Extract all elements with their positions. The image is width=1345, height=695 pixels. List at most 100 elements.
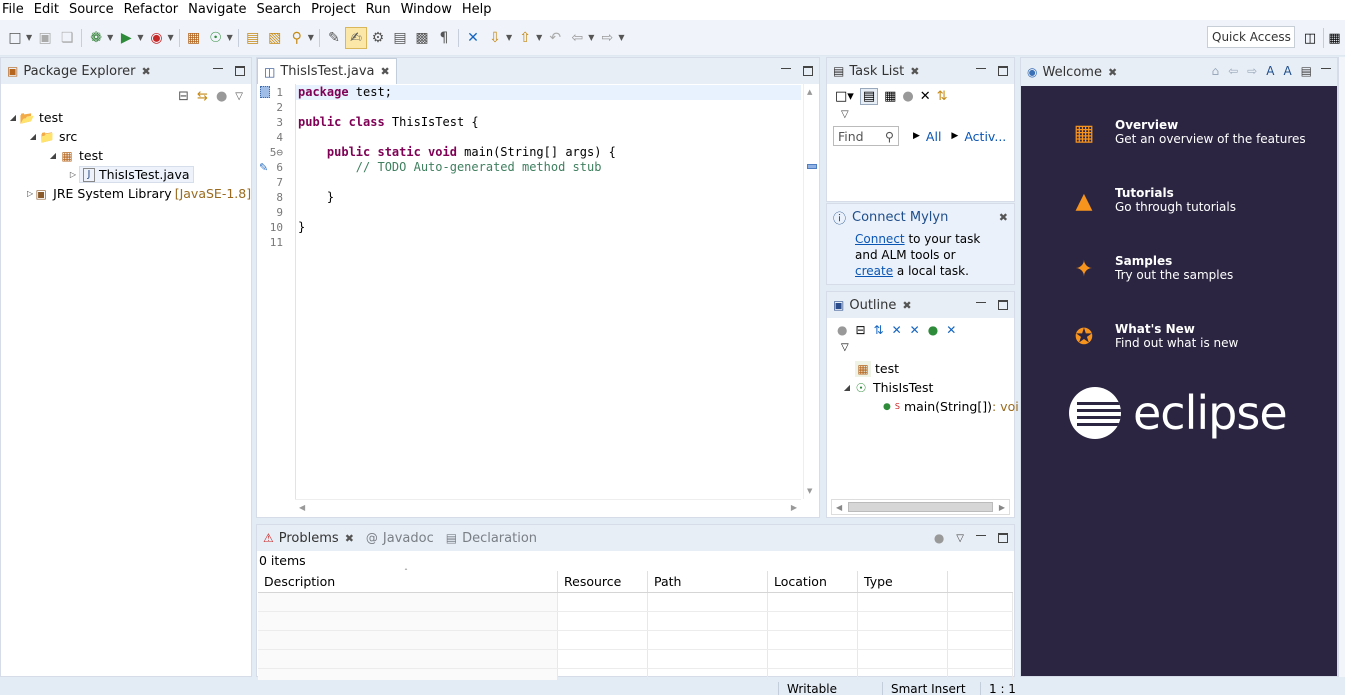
filter-all-link[interactable]: All xyxy=(926,129,942,144)
close-icon[interactable]: ✖ xyxy=(142,65,151,78)
java-perspective-icon[interactable]: ▦ xyxy=(1323,28,1345,48)
forward-dropdown[interactable]: ▼ xyxy=(618,33,624,42)
view-menu-icon[interactable]: ▽ xyxy=(827,109,1014,120)
tab-thisistest-java[interactable]: ◫ ThisIsTest.java ✖ xyxy=(257,58,397,84)
view-menu-icon[interactable]: ▽ xyxy=(235,91,243,102)
outline-item-method[interactable]: ● Smain(String[]) : voi xyxy=(827,397,1019,416)
link-with-editor-icon[interactable]: ⇆ xyxy=(197,89,208,104)
last-edit-location-icon[interactable]: ↶ xyxy=(544,27,566,49)
scroll-right-icon[interactable]: ▶ xyxy=(999,503,1005,512)
next-annotation-dropdown[interactable]: ▼ xyxy=(506,33,512,42)
expanded-arrow-icon[interactable]: ◢ xyxy=(47,151,59,160)
hide-non-public-icon[interactable]: ● xyxy=(928,323,938,337)
menu-help[interactable]: Help xyxy=(457,0,497,20)
maximize-icon[interactable] xyxy=(803,66,813,76)
toggle-mark-occurrences-icon[interactable]: ✎ xyxy=(323,27,345,49)
horizontal-scrollbar[interactable]: ◀ ▶ xyxy=(295,499,801,517)
hide-fields-icon[interactable]: ✕ xyxy=(892,323,902,337)
menu-edit[interactable]: Edit xyxy=(29,0,64,20)
tab-problems[interactable]: ⚠ Problems ✖ xyxy=(257,525,360,551)
tree-item-thisistest-java[interactable]: ▷ J ThisIsTest.java xyxy=(1,165,251,184)
new-icon[interactable]: □ xyxy=(4,27,26,49)
show-whitespace-icon[interactable]: ▩ xyxy=(411,27,433,49)
minimize-icon[interactable] xyxy=(976,301,986,303)
quick-access-input[interactable]: Quick Access xyxy=(1207,26,1295,48)
save-all-icon[interactable]: ❏ xyxy=(56,27,78,49)
new-class-dropdown[interactable]: ▼ xyxy=(227,33,233,42)
filter-active-link[interactable]: Activ... xyxy=(964,129,1006,144)
toggle-breadcrumb-icon[interactable]: ✍ xyxy=(344,26,367,49)
close-icon[interactable]: ✖ xyxy=(999,211,1008,224)
menu-refactor[interactable]: Refactor xyxy=(119,0,184,20)
external-tools-dropdown[interactable]: ▼ xyxy=(167,33,173,42)
tab-outline[interactable]: ▣ Outline ✖ xyxy=(827,292,918,318)
run-icon[interactable]: ▶ xyxy=(115,27,137,49)
scroll-down-icon[interactable]: ▼ xyxy=(807,487,812,495)
menu-project[interactable]: Project xyxy=(306,0,360,20)
skip-breakpoints-icon[interactable]: ✕ xyxy=(462,27,484,49)
column-path[interactable]: Path xyxy=(648,571,768,592)
welcome-tutorials-link[interactable]: ▲ Tutorials Go through tutorials xyxy=(1069,186,1236,216)
overview-ruler-marker[interactable] xyxy=(807,164,817,169)
maximize-icon[interactable] xyxy=(998,533,1008,543)
menu-window[interactable]: Window xyxy=(396,0,457,20)
view-menu-icon[interactable]: ▽ xyxy=(956,533,964,544)
back-arrow-icon[interactable]: ⇦ xyxy=(566,27,588,49)
welcome-samples-link[interactable]: ✦ Samples Try out the samples xyxy=(1069,254,1234,284)
back-arrow-icon[interactable]: ⇦ xyxy=(1228,64,1238,78)
save-icon[interactable]: ▣ xyxy=(34,27,56,49)
close-icon[interactable]: ✖ xyxy=(910,65,919,78)
tab-javadoc[interactable]: @ Javadoc xyxy=(360,525,440,551)
previous-annotation-icon[interactable]: ⇧ xyxy=(514,27,536,49)
sort-icon[interactable]: ⇅ xyxy=(874,323,884,337)
collapse-all-icon[interactable]: ⊟ xyxy=(855,323,865,337)
tree-item-package-test[interactable]: ◢ ▦ test xyxy=(1,146,251,165)
tab-task-list[interactable]: ▤ Task List ✖ xyxy=(827,58,925,84)
outline-item-package[interactable]: ▦ test xyxy=(827,359,1014,378)
increase-font-icon[interactable]: A xyxy=(1283,64,1291,78)
tree-item-project-test[interactable]: ◢ 📂 test xyxy=(1,108,251,127)
run-dropdown[interactable]: ▼ xyxy=(137,33,143,42)
menu-search[interactable]: Search xyxy=(251,0,306,20)
scroll-up-icon[interactable]: ▲ xyxy=(807,88,812,96)
tree-item-src[interactable]: ◢ 📁 src xyxy=(1,127,251,146)
expanded-arrow-icon[interactable]: ◢ xyxy=(27,132,39,141)
external-tools-icon[interactable]: ◉ xyxy=(145,27,167,49)
collapse-all-icon[interactable]: ✕ xyxy=(920,89,931,104)
tree-item-jre-library[interactable]: ▷ ▣ JRE System Library [JavaSE-1.8] xyxy=(1,184,251,203)
welcome-whats-new-link[interactable]: ✪ What's New Find out what is new xyxy=(1069,322,1239,352)
minimize-icon[interactable] xyxy=(976,534,986,536)
search-icon[interactable]: ⚲ xyxy=(286,27,308,49)
maximize-icon[interactable] xyxy=(235,66,245,76)
new-java-class-icon[interactable]: ☉ xyxy=(205,27,227,49)
view-menu-icon[interactable]: ▽ xyxy=(827,342,1014,353)
open-perspective-icon[interactable]: ◫ xyxy=(1299,28,1321,48)
expanded-arrow-icon[interactable]: ◢ xyxy=(7,113,19,122)
next-annotation-icon[interactable]: ⇩ xyxy=(484,27,506,49)
previous-annotation-dropdown[interactable]: ▼ xyxy=(536,33,542,42)
reduce-font-icon[interactable]: A xyxy=(1266,64,1274,78)
sync-icon[interactable]: ⇅ xyxy=(937,89,948,104)
scroll-left-icon[interactable]: ◀ xyxy=(299,503,305,512)
collapsed-arrow-icon[interactable]: ▷ xyxy=(67,170,79,179)
block-selection-icon[interactable]: ⚙ xyxy=(367,27,389,49)
column-resource[interactable]: Resource xyxy=(558,571,648,592)
column-description[interactable]: Description ˆ xyxy=(258,568,558,592)
search-dropdown[interactable]: ▼ xyxy=(308,33,314,42)
tab-declaration[interactable]: ▤ Declaration xyxy=(440,525,543,551)
close-icon[interactable]: ✖ xyxy=(381,65,390,78)
outline-item-class[interactable]: ◢ ☉ ThisIsTest xyxy=(827,378,1014,397)
tab-welcome[interactable]: ◉ Welcome ✖ xyxy=(1021,59,1123,85)
word-wrap-icon[interactable]: ▤ xyxy=(389,27,411,49)
menu-file[interactable]: File xyxy=(0,0,29,20)
debug-icon[interactable]: ❁ xyxy=(85,27,107,49)
maximize-icon[interactable] xyxy=(998,66,1008,76)
back-dropdown[interactable]: ▼ xyxy=(588,33,594,42)
maximize-icon[interactable] xyxy=(998,300,1008,310)
outline-horizontal-scrollbar[interactable]: ◀ ▶ xyxy=(831,499,1010,515)
categorized-icon[interactable]: ▤ xyxy=(859,88,879,105)
new-java-package-icon[interactable]: ▦ xyxy=(183,27,205,49)
open-task-icon[interactable]: ▧ xyxy=(264,27,286,49)
home-icon[interactable]: ⌂ xyxy=(1211,64,1219,78)
hide-local-types-icon[interactable]: ✕ xyxy=(946,323,956,337)
